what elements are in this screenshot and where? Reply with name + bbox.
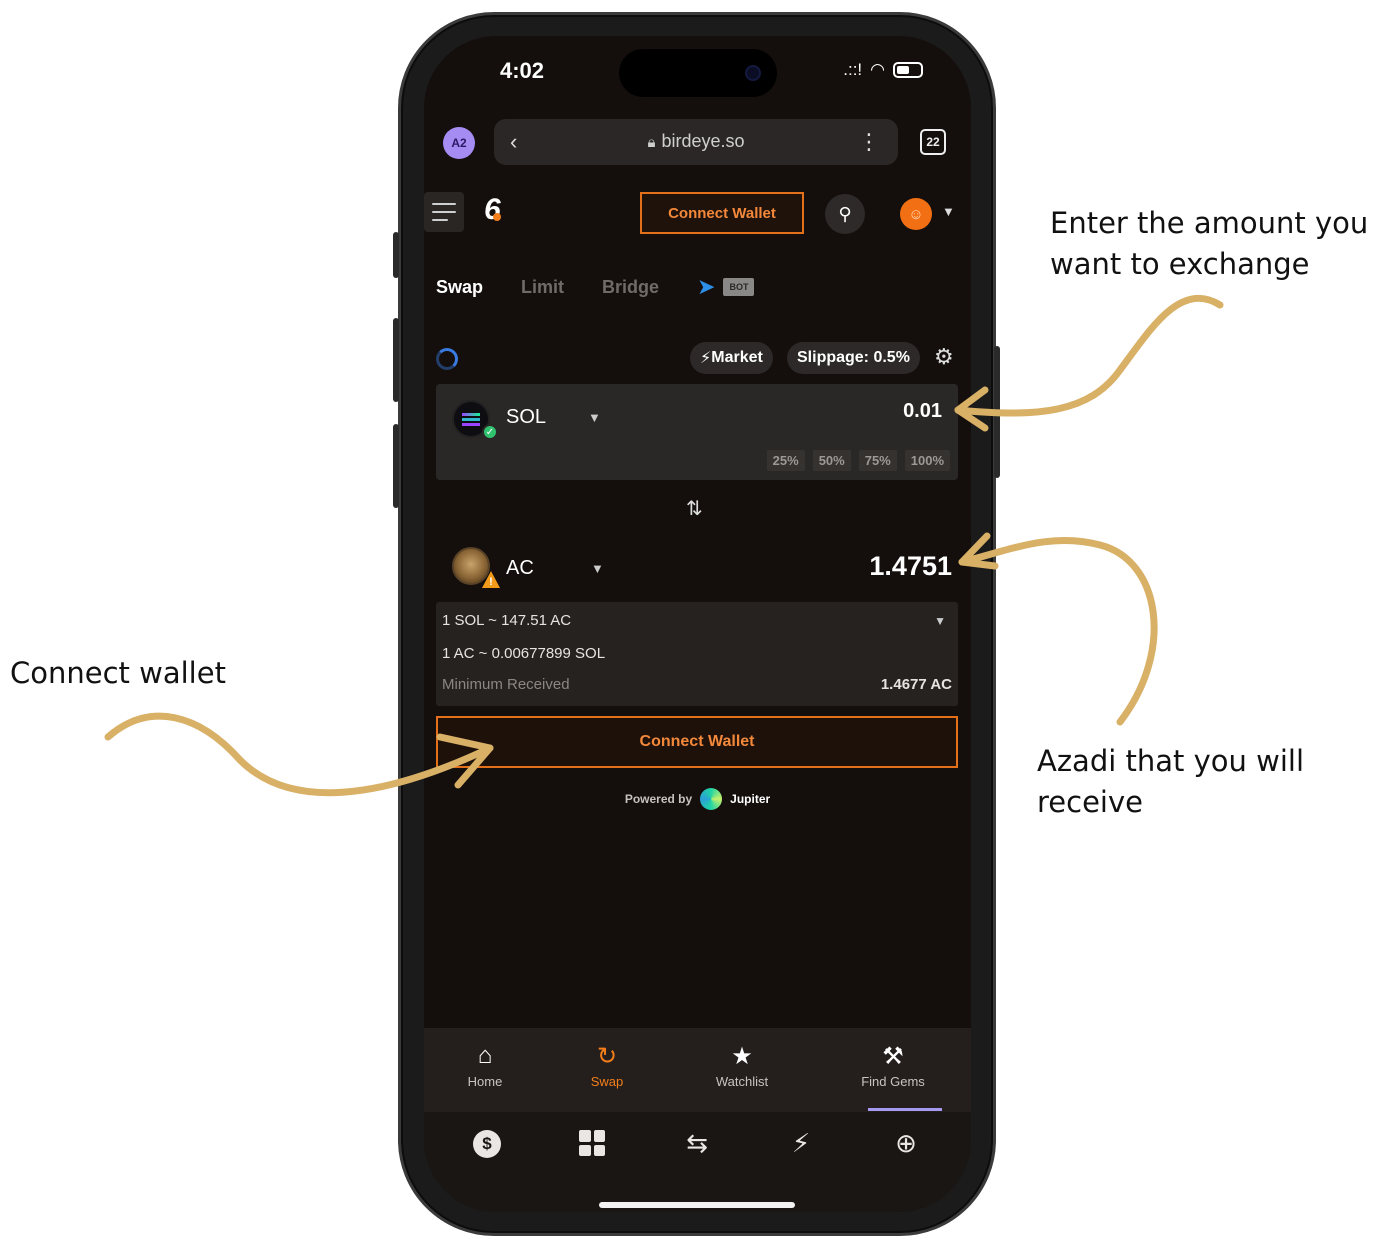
tab-telegram-bot[interactable]: ➤ BOT xyxy=(697,274,755,300)
logo-dot xyxy=(493,213,501,221)
warning-icon: ! xyxy=(482,571,500,589)
rate-sol-to-ac: 1 SOL ~ 147.51 AC xyxy=(442,612,572,629)
minimum-received-value: 1.4677 AC xyxy=(880,676,952,693)
browser-toolbar: $ ⇆ ⚡︎ ⊕ xyxy=(424,1112,971,1212)
connect-wallet-button[interactable]: Connect Wallet xyxy=(436,716,958,768)
side-button-right xyxy=(994,346,1000,478)
bot-badge: BOT xyxy=(723,278,755,296)
pickaxe-icon: ⚒︎ xyxy=(882,1043,904,1070)
nav-home[interactable]: ⌂ Home xyxy=(430,1042,540,1089)
tab-swap[interactable]: Swap xyxy=(436,277,483,298)
phone-screen: 4:02 .::! ◠ A2 ‹ 🔒︎birdeye.so ⋮ 22 6 Co xyxy=(424,36,971,1212)
wifi-icon: ◠ xyxy=(870,60,885,79)
tab-limit[interactable]: Limit xyxy=(521,277,564,298)
lock-icon: 🔒︎ xyxy=(647,134,656,151)
rate-chevron-down-icon[interactable]: ▼ xyxy=(934,614,946,628)
minimum-received-label: Minimum Received xyxy=(442,676,570,693)
url-text: birdeye.so xyxy=(661,131,745,151)
tabs-button[interactable]: 22 xyxy=(920,129,946,155)
to-token-chevron-icon[interactable]: ▼ xyxy=(591,561,604,576)
slippage-chip[interactable]: Slippage: 0.5% xyxy=(787,342,920,374)
powered-by-provider[interactable]: Jupiter xyxy=(730,792,770,806)
swap-arrows-icon[interactable]: ⇆ xyxy=(677,1128,717,1159)
nav-watchlist[interactable]: ★ Watchlist xyxy=(687,1042,797,1089)
status-icons: .::! ◠ xyxy=(843,60,923,80)
powered-by-label: Powered by xyxy=(624,792,693,806)
lightning-icon[interactable]: ⚡︎ xyxy=(781,1128,821,1159)
user-avatar-icon[interactable]: ☺ xyxy=(900,198,932,230)
swap-icon: ↻ xyxy=(596,1043,618,1070)
nav-swap-label: Swap xyxy=(590,1074,624,1089)
jupiter-icon xyxy=(700,788,723,810)
browser-bar: A2 ‹ 🔒︎ birdeye.so ⋮ 22 xyxy=(424,112,971,174)
menu-icon[interactable] xyxy=(424,192,464,232)
globe-icon[interactable]: ⊕ xyxy=(886,1128,926,1159)
nav-home-label: Home xyxy=(467,1074,503,1089)
bolt-icon: ⚡︎ xyxy=(700,350,712,367)
battery-icon xyxy=(893,62,923,78)
signal-icon: .::! xyxy=(843,60,863,79)
header-connect-wallet-button[interactable]: Connect Wallet xyxy=(640,192,804,234)
camera-icon xyxy=(745,65,761,81)
chevron-down-icon[interactable]: ▼ xyxy=(942,204,955,219)
more-icon[interactable]: ⋮ xyxy=(858,129,880,155)
to-amount: 1.4751 xyxy=(869,551,952,581)
nav-find-gems-label: Find Gems xyxy=(861,1074,925,1089)
grid-icon[interactable] xyxy=(572,1128,612,1158)
nav-swap[interactable]: ↻ Swap xyxy=(552,1042,662,1089)
app-header: 6 Connect Wallet ⚲ ☺ ▼ xyxy=(424,186,971,246)
from-token-chevron-icon[interactable]: ▼ xyxy=(588,410,601,425)
tab-bridge[interactable]: Bridge xyxy=(602,277,659,298)
status-bar: 4:02 .::! ◠ xyxy=(424,36,971,112)
dynamic-island xyxy=(619,49,777,97)
side-button-left-3 xyxy=(393,424,399,508)
from-amount-input[interactable]: 0.01 xyxy=(903,400,942,423)
address-bar[interactable]: ‹ 🔒︎ birdeye.so ⋮ xyxy=(494,119,898,165)
market-chip[interactable]: ⚡︎ Market xyxy=(690,342,773,374)
star-icon: ★ xyxy=(731,1043,753,1070)
url-display: 🔒︎ birdeye.so xyxy=(494,131,898,152)
nav-active-underline xyxy=(868,1108,942,1111)
trade-tabs: Swap Limit Bridge ➤ BOT xyxy=(436,270,755,304)
swap-direction-icon[interactable]: ⇅ xyxy=(686,496,703,521)
rate-ac-to-sol: 1 AC ~ 0.00677899 SOL xyxy=(442,645,606,662)
status-time: 4:02 xyxy=(500,58,545,83)
to-token-row: ! AC ▼ 1.4751 xyxy=(436,541,958,597)
pct-75-button[interactable]: 75% xyxy=(858,450,897,471)
birdeye-logo[interactable]: 6 xyxy=(484,193,501,227)
pct-100-button[interactable]: 100% xyxy=(904,450,950,471)
search-icon[interactable]: ⚲ xyxy=(825,194,865,234)
to-token-name[interactable]: AC xyxy=(506,557,534,580)
rate-details: 1 SOL ~ 147.51 AC ▼ 1 AC ~ 0.00677899 SO… xyxy=(436,602,958,706)
profile-avatar[interactable]: A2 xyxy=(443,127,475,159)
powered-by: Powered by Jupiter xyxy=(424,788,971,810)
telegram-icon: ➤ xyxy=(697,274,716,299)
side-button-left-2 xyxy=(393,318,399,402)
annotation-enter-amount: Enter the amount you want to exchange xyxy=(1050,206,1369,281)
from-token-name[interactable]: SOL xyxy=(506,406,546,429)
dollar-icon[interactable]: $ xyxy=(467,1128,507,1160)
home-icon: ⌂ xyxy=(477,1042,493,1069)
annotation-azadi-receive: Azadi that you will receive xyxy=(1037,744,1305,819)
from-token-panel: ✓ SOL ▼ 0.01 25% 50% 75% 100% xyxy=(436,384,958,480)
refresh-spinner-icon[interactable] xyxy=(436,348,458,370)
annotation-connect-wallet: Connect wallet xyxy=(10,656,226,690)
nav-watchlist-label: Watchlist xyxy=(715,1074,769,1089)
side-button-left-1 xyxy=(393,232,399,278)
pct-50-button[interactable]: 50% xyxy=(812,450,851,471)
pct-25-button[interactable]: 25% xyxy=(766,450,805,471)
bottom-nav: ⌂ Home ↻ Swap ★ Watchlist ⚒︎ Find Gems xyxy=(424,1028,971,1112)
canvas: Enter the amount you want to exchange Co… xyxy=(0,0,1383,1239)
home-indicator[interactable] xyxy=(599,1202,795,1208)
percent-buttons: 25% 50% 75% 100% xyxy=(766,450,950,471)
market-label: Market xyxy=(711,349,763,366)
verified-check-icon: ✓ xyxy=(482,424,498,440)
nav-find-gems[interactable]: ⚒︎ Find Gems xyxy=(838,1042,948,1089)
gear-icon[interactable]: ⚙︎ xyxy=(934,344,954,370)
